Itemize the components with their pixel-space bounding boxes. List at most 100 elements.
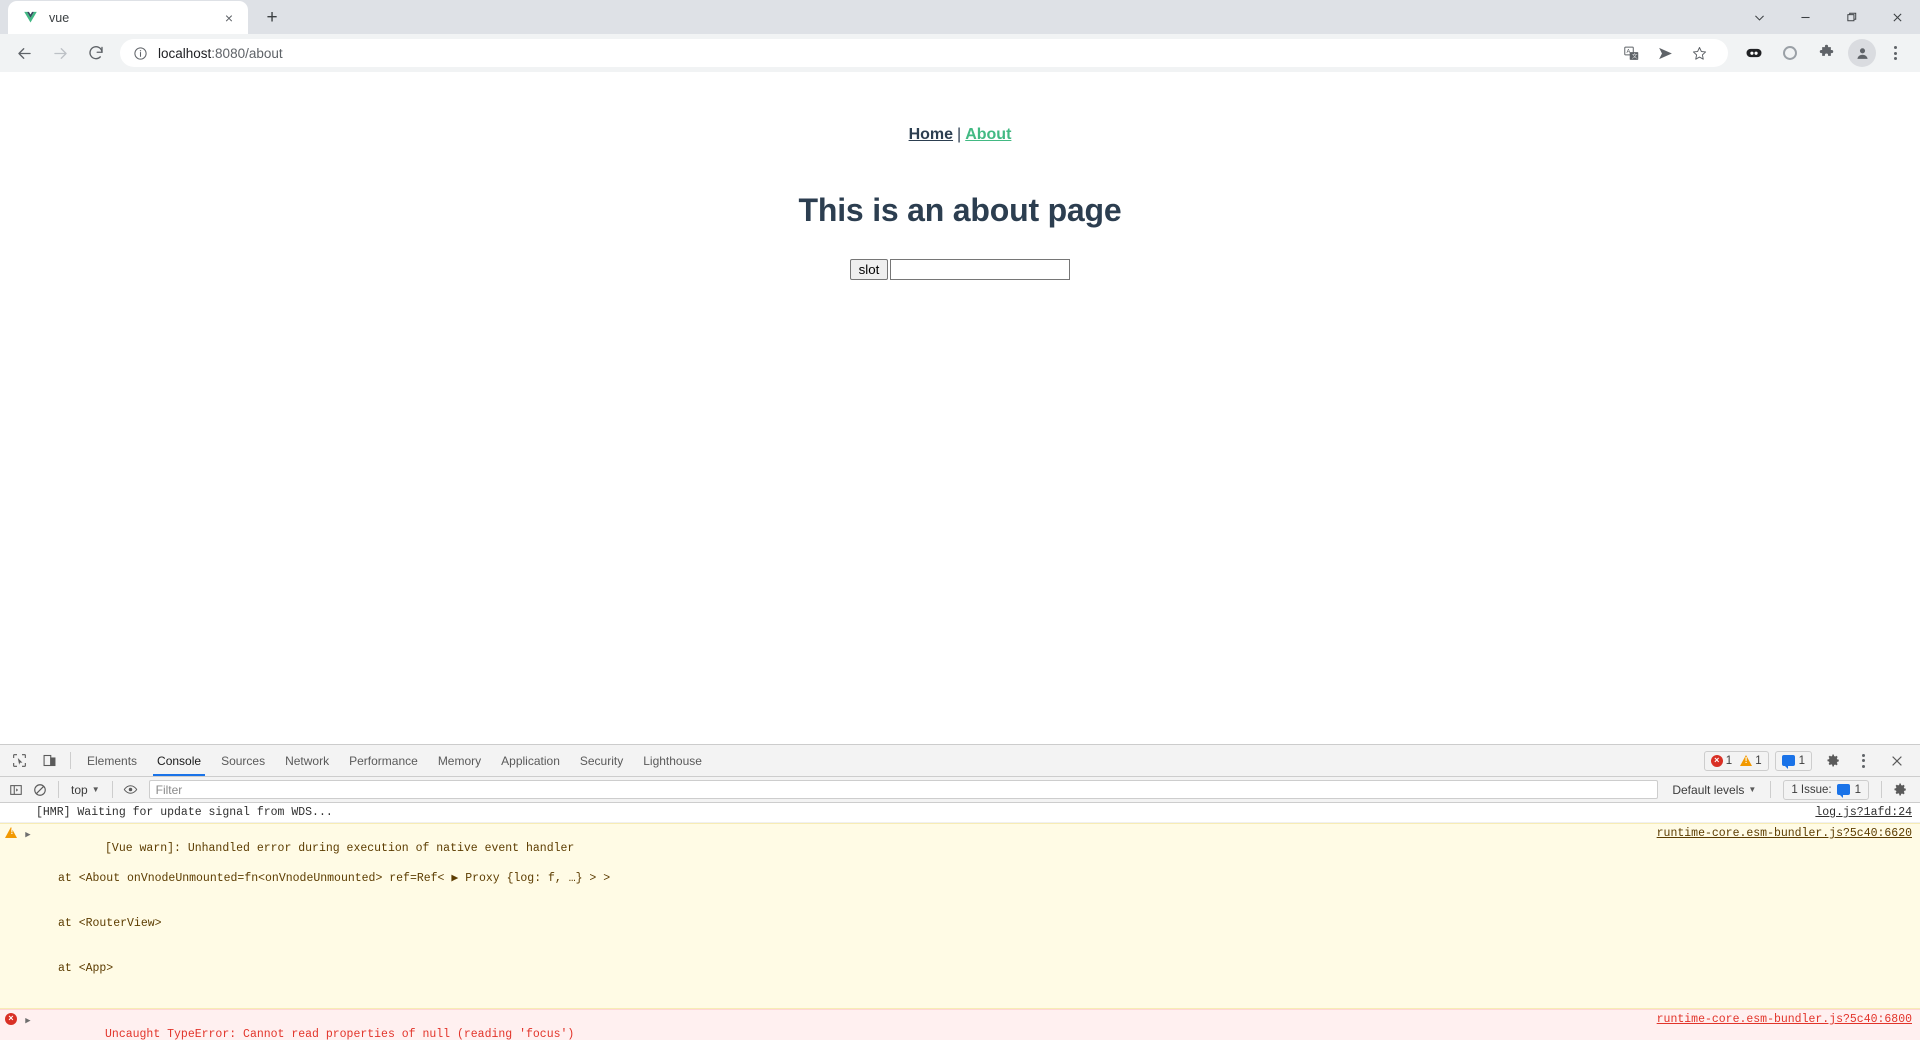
slot-text-input[interactable] (890, 259, 1071, 280)
new-tab-button[interactable]: + (258, 3, 286, 31)
message-count-badge[interactable]: 1 (1774, 750, 1812, 771)
forward-arrow-icon[interactable] (45, 38, 75, 68)
url-host: localhost (158, 45, 212, 61)
nav-link-about[interactable]: About (965, 126, 1011, 143)
nav-link-home[interactable]: Home (909, 126, 953, 143)
back-arrow-icon[interactable] (9, 38, 39, 68)
address-bar[interactable]: localhost:8080/about A 文 (120, 39, 1728, 67)
gear-icon[interactable] (1820, 748, 1846, 774)
clear-console-icon[interactable] (28, 779, 52, 801)
console-sidebar-icon[interactable] (4, 779, 28, 801)
window-close-icon[interactable] (1874, 0, 1920, 34)
console-message-error[interactable]: × ▶ Uncaught TypeError: Cannot read prop… (0, 1009, 1920, 1040)
reload-icon[interactable] (81, 38, 111, 68)
address-bar-url: localhost:8080/about (158, 46, 283, 61)
nav-separator: | (957, 126, 962, 143)
error-warning-counts[interactable]: × 1 1 (1703, 750, 1769, 771)
error-count: × 1 (1710, 754, 1733, 767)
slot-control-group: slot (0, 259, 1920, 280)
inspect-element-icon[interactable] (6, 748, 32, 774)
vue-logo-icon (22, 9, 39, 26)
tab-console[interactable]: Console (147, 745, 211, 776)
issues-count: 1 (1854, 783, 1861, 796)
panda-extension-icon[interactable] (1739, 38, 1769, 68)
error-circle-icon: × (5, 1013, 17, 1025)
stack-frame: at <App> (58, 962, 114, 975)
warning-triangle-icon (5, 827, 17, 838)
browser-toolbar: localhost:8080/about A 文 (0, 34, 1920, 72)
maximize-icon[interactable] (1828, 0, 1874, 34)
window-controls (1736, 0, 1920, 34)
devtools-more-menu-icon[interactable] (1850, 748, 1876, 774)
send-to-device-icon[interactable] (1652, 40, 1678, 66)
message-expand-arrow (22, 805, 34, 807)
device-toolbar-icon[interactable] (36, 748, 62, 774)
console-levels-select[interactable]: Default levels ▼ (1664, 783, 1764, 797)
devtools-close-icon[interactable] (1884, 748, 1910, 774)
browser-tab[interactable]: vue × (8, 1, 248, 34)
toolbar-divider (70, 752, 71, 769)
console-message-source-link[interactable]: runtime-core.esm-bundler.js?5c40:6620 (1657, 826, 1912, 841)
console-settings-gear-icon[interactable] (1888, 779, 1912, 801)
url-path: :8080/about (211, 45, 283, 61)
live-expression-icon[interactable] (119, 779, 143, 801)
console-message-warning[interactable]: ▶ [Vue warn]: Unhandled error during exe… (0, 823, 1920, 1009)
slot-button[interactable]: slot (849, 259, 889, 280)
message-icon (1781, 755, 1795, 769)
tab-network[interactable]: Network (275, 745, 339, 776)
console-message-body: [Vue warn]: Unhandled error during execu… (34, 826, 1643, 1006)
error-count-value: 1 (1725, 754, 1733, 767)
console-message-source-link[interactable]: runtime-core.esm-bundler.js?5c40:6800 (1657, 1012, 1912, 1027)
console-message-info[interactable]: [HMR] Waiting for update signal from WDS… (0, 803, 1920, 823)
console-levels-value: Default levels (1672, 782, 1745, 797)
star-icon[interactable] (1686, 40, 1712, 66)
toolbar-extensions (1736, 38, 1914, 68)
puzzle-piece-icon[interactable] (1811, 38, 1841, 68)
minimize-icon[interactable] (1782, 0, 1828, 34)
issues-badge[interactable]: 1 Issue: 1 (1783, 779, 1869, 800)
message-expand-arrow[interactable]: ▶ (22, 1012, 34, 1029)
tab-close-icon[interactable]: × (220, 9, 238, 27)
tab-elements[interactable]: Elements (77, 745, 147, 776)
tab-search-icon[interactable] (1736, 0, 1782, 34)
tab-security[interactable]: Security (570, 745, 633, 776)
tab-title: vue (49, 10, 70, 25)
console-message-list[interactable]: [HMR] Waiting for update signal from WDS… (0, 803, 1920, 1040)
page-title: This is an about page (798, 192, 1122, 228)
vue-app-root: Home | About This is an about page slot (0, 72, 1920, 280)
message-level-gutter (0, 805, 22, 806)
warning-icon (1740, 755, 1753, 766)
devtools-tab-list: Elements Console Sources Network Perform… (77, 745, 712, 776)
warning-count: 1 (1740, 754, 1762, 767)
warning-level-icon (0, 826, 22, 838)
translate-icon[interactable]: A 文 (1618, 40, 1644, 66)
tab-performance[interactable]: Performance (339, 745, 428, 776)
tab-application[interactable]: Application (491, 745, 570, 776)
console-message-body: Uncaught TypeError: Cannot read properti… (34, 1012, 1643, 1040)
tab-sources[interactable]: Sources (211, 745, 275, 776)
console-filter-input[interactable] (148, 780, 1659, 799)
omnibox-actions: A 文 (1614, 40, 1716, 66)
site-info-icon[interactable] (132, 45, 148, 61)
console-message-source-link[interactable]: log.js?1afd:24 (1815, 805, 1912, 820)
console-divider-4 (1881, 781, 1882, 798)
tab-strip: vue × + (0, 0, 1920, 34)
warning-count-value: 1 (1755, 754, 1762, 767)
message-expand-arrow[interactable]: ▶ (22, 826, 34, 843)
console-toolbar: top ▼ Default levels ▼ 1 Issue: 1 (0, 777, 1920, 803)
error-icon: × (1710, 754, 1723, 767)
console-context-select[interactable]: top ▼ (65, 780, 106, 800)
stack-frame: at <RouterView> (58, 917, 162, 930)
page-viewport: Home | About This is an about page slot (0, 72, 1920, 744)
tab-memory[interactable]: Memory (428, 745, 491, 776)
tab-lighthouse[interactable]: Lighthouse (633, 745, 712, 776)
error-level-icon: × (0, 1012, 22, 1025)
account-avatar-icon[interactable] (1848, 39, 1876, 67)
message-count-value: 1 (1798, 754, 1805, 767)
chevron-down-icon: ▼ (1748, 785, 1757, 794)
console-message-text: [HMR] Waiting for update signal from WDS… (36, 806, 333, 819)
browser-window: vue × + localhost:8080/about A 文 Home | … (0, 0, 1920, 1040)
console-divider-3 (1770, 781, 1772, 798)
three-dot-menu-icon[interactable] (1882, 40, 1908, 66)
circle-extension-icon[interactable] (1775, 38, 1805, 68)
